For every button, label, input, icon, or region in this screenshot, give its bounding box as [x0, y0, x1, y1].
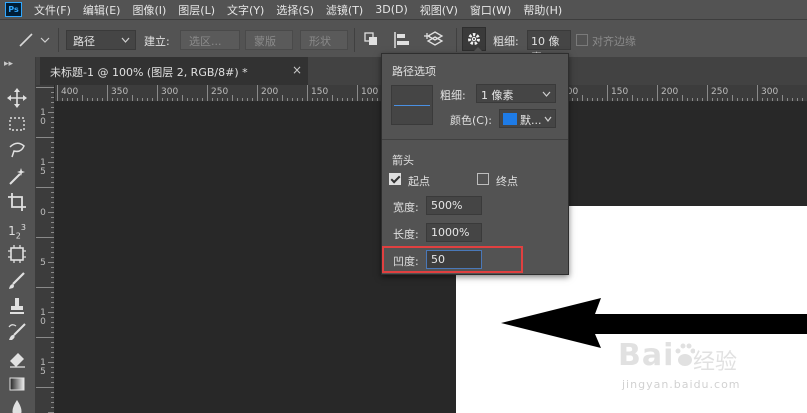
mode-dropdown-value: 路径: [73, 35, 95, 48]
path-color-value: 默...: [520, 114, 542, 127]
end-arrow-label: 终点: [496, 175, 518, 188]
menu-image[interactable]: 图像(I): [126, 2, 172, 18]
chevron-down-icon: [544, 116, 552, 122]
end-arrow-checkbox[interactable]: [477, 173, 489, 185]
mode-dropdown[interactable]: 路径: [66, 30, 136, 50]
ruler-left-label: 15: [40, 158, 46, 177]
start-arrow-label: 起点: [408, 175, 430, 188]
menu-layer[interactable]: 图层(L): [172, 2, 221, 18]
make-shape-button[interactable]: 形状: [300, 30, 348, 50]
ruler-left-label: 5: [40, 258, 46, 268]
menu-window[interactable]: 窗口(W): [464, 2, 517, 18]
path-color-dropdown[interactable]: 默...: [499, 109, 556, 128]
start-arrow-checkbox[interactable]: [389, 173, 401, 185]
align-edges-label: 对齐边缘: [592, 35, 636, 48]
path-alignment-icon[interactable]: [392, 30, 414, 50]
make-mask-button[interactable]: 蒙版: [245, 30, 293, 50]
menu-filter[interactable]: 滤镜(T): [320, 2, 369, 18]
marquee-tool-icon[interactable]: [6, 113, 28, 135]
vertical-ruler: 10 15 0 5 10 15: [36, 85, 55, 413]
ruler-top-label: 400: [61, 87, 79, 97]
chevron-down-icon: [542, 91, 551, 97]
line-tool-icon[interactable]: [16, 30, 36, 50]
path-operations-icon[interactable]: [362, 30, 382, 50]
menu-view[interactable]: 视图(V): [414, 2, 464, 18]
watermark-suffix: 经验: [693, 350, 738, 375]
path-weight-value: 1 像素: [481, 89, 514, 102]
frame-tool-icon[interactable]: [6, 243, 28, 265]
collapse-toolbar-icon[interactable]: ▸▸: [4, 59, 13, 69]
arrowheads-heading: 箭头: [392, 154, 414, 167]
ruler-top-label: 300: [761, 87, 779, 97]
path-arrangement-icon[interactable]: [424, 29, 446, 51]
menu-help[interactable]: 帮助(H): [517, 2, 568, 18]
arrow-length-input[interactable]: 1000%: [426, 223, 482, 242]
history-brush-tool-icon[interactable]: [6, 321, 28, 343]
tool-preset-chevron-icon[interactable]: [40, 36, 50, 44]
menu-edit[interactable]: 编辑(E): [77, 2, 127, 18]
ruler-top-label: 300: [161, 87, 179, 97]
arrow-length-label: 长度:: [393, 228, 419, 241]
arrow-width-input[interactable]: 500%: [426, 196, 482, 215]
color-swatch: [503, 113, 517, 125]
path-weight-dropdown[interactable]: 1 像素: [476, 84, 556, 103]
ruler-top-label: 150: [311, 87, 329, 97]
move-tool-icon[interactable]: [6, 87, 28, 109]
count-tool-icon[interactable]: 123: [6, 217, 28, 240]
build-label: 建立:: [144, 35, 170, 48]
paw-icon: [675, 343, 695, 366]
photoshop-logo: Ps: [5, 2, 22, 17]
menu-select[interactable]: 选择(S): [270, 2, 320, 18]
gradient-tool-icon[interactable]: [6, 373, 28, 395]
weight-input[interactable]: 10 像素: [527, 30, 571, 64]
weight-label: 粗细:: [493, 35, 519, 48]
divider: [382, 139, 568, 140]
watermark-brand: Bai: [618, 338, 675, 373]
ruler-top-label: 100: [361, 87, 379, 97]
align-edges-checkbox[interactable]: [576, 34, 588, 46]
brush-tool-icon[interactable]: [6, 269, 28, 291]
ruler-top-label: 250: [711, 87, 729, 97]
watermark: Bai 经验 jingyan.baidu.com: [618, 338, 768, 398]
chevron-down-icon: [121, 37, 130, 43]
blur-tool-icon[interactable]: [6, 397, 28, 413]
ruler-left-label: 15: [40, 358, 46, 377]
path-weight-label: 粗细:: [440, 89, 466, 102]
options-bar: 路径 建立: 选区... 蒙版 形状 粗细: 10 像素 对齐边缘: [0, 19, 807, 64]
magic-wand-tool-icon[interactable]: [6, 165, 28, 187]
ruler-left-label: 0: [40, 208, 46, 218]
ruler-top-label: 150: [611, 87, 629, 97]
path-options-title: 路径选项: [392, 65, 436, 78]
make-selection-button[interactable]: 选区...: [180, 30, 240, 50]
ruler-top-label: 200: [661, 87, 679, 97]
ruler-left-label: 10: [40, 108, 46, 127]
concavity-highlight-box: [382, 246, 523, 273]
path-options-popup: 路径选项 粗细: 1 像素 颜色(C): 默... 箭头 起点 终点 宽度: 5…: [381, 53, 569, 275]
menu-file[interactable]: 文件(F): [28, 2, 77, 18]
menu-3d[interactable]: 3D(D): [369, 3, 414, 16]
document-tab-title: 未标题-1 @ 100% (图层 2, RGB/8#) *: [50, 66, 248, 79]
ruler-top-label: 250: [211, 87, 229, 97]
eraser-tool-icon[interactable]: [6, 347, 28, 369]
ruler-top-label: 350: [111, 87, 129, 97]
menu-type[interactable]: 文字(Y): [221, 2, 270, 18]
watermark-url: jingyan.baidu.com: [622, 378, 741, 391]
path-color-label: 颜色(C):: [450, 114, 492, 127]
close-tab-icon[interactable]: ×: [292, 63, 302, 77]
stroke-preview: [391, 85, 433, 125]
lasso-tool-icon[interactable]: [6, 139, 28, 161]
menu-bar: Ps 文件(F) 编辑(E) 图像(I) 图层(L) 文字(Y) 选择(S) 滤…: [0, 0, 807, 19]
ruler-top-label: 200: [261, 87, 279, 97]
ruler-left-label: 10: [40, 308, 46, 327]
arrow-width-label: 宽度:: [393, 201, 419, 214]
crop-tool-icon[interactable]: [6, 191, 28, 213]
document-tab[interactable]: 未标题-1 @ 100% (图层 2, RGB/8#) * ×: [40, 57, 308, 85]
tools-panel: ▸▸ 123: [0, 57, 36, 413]
stamp-tool-icon[interactable]: [6, 295, 28, 317]
